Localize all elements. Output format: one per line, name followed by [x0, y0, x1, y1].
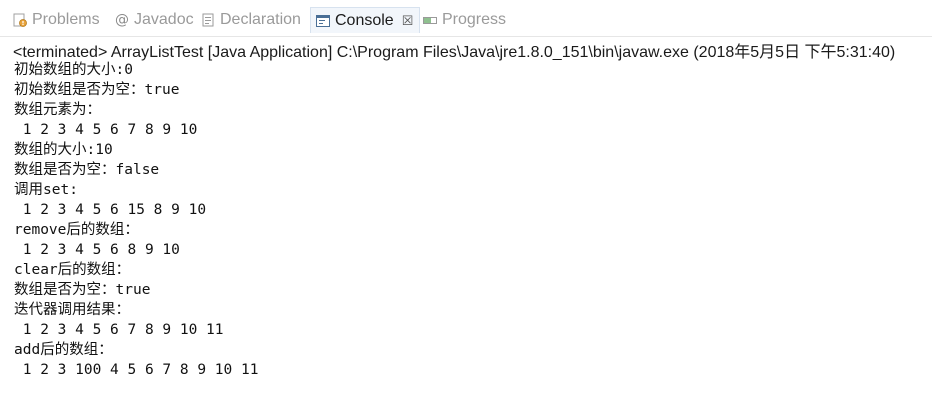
console-line: 1 2 3 4 5 6 7 8 9 10 11: [14, 322, 224, 338]
declaration-icon: [200, 12, 216, 28]
tab-label: Console: [335, 11, 394, 29]
console-line: 数组元素为：: [14, 102, 101, 118]
tab-label: Problems: [32, 11, 100, 28]
tab-progress[interactable]: Progress: [422, 8, 506, 32]
view-tab-bar: Problems @ Javadoc Declaration Console ☒…: [0, 0, 932, 37]
console-line: add后的数组：: [14, 342, 113, 358]
console-line: 数组的大小:10: [14, 142, 113, 158]
javadoc-icon: @: [115, 12, 129, 28]
problems-icon: [12, 12, 28, 28]
console-line: 迭代器调用结果：: [14, 302, 130, 318]
tab-javadoc[interactable]: @ Javadoc: [114, 8, 194, 32]
progress-icon: [422, 12, 438, 28]
tab-label: Javadoc: [134, 11, 194, 28]
console-line: 1 2 3 4 5 6 8 9 10: [14, 242, 180, 258]
tab-console[interactable]: Console ☒: [310, 7, 421, 33]
console-icon: [315, 13, 331, 29]
console-line: 调用set:: [14, 182, 78, 198]
console-line: 数组是否为空：true: [14, 282, 151, 298]
close-icon[interactable]: ☒: [402, 13, 414, 29]
console-line: remove后的数组：: [14, 222, 139, 238]
console-output: 初始数组的大小:0 初始数组是否为空：true 数组元素为： 1 2 3 4 5…: [14, 60, 914, 380]
tab-label: Declaration: [220, 11, 301, 28]
console-status: <terminated> ArrayListTest [Java Applica…: [13, 44, 896, 61]
console-line: 数组是否为空：false: [14, 162, 160, 178]
console-line: clear后的数组：: [14, 262, 131, 278]
tab-label: Progress: [442, 11, 507, 28]
tab-problems[interactable]: Problems: [12, 8, 100, 32]
console-line: 1 2 3 4 5 6 15 8 9 10: [14, 202, 207, 218]
console-line: 初始数组的大小:0: [14, 62, 133, 78]
console-line: 1 2 3 100 4 5 6 7 8 9 10 11: [14, 362, 259, 378]
console-line: 初始数组是否为空：true: [14, 82, 180, 98]
console-line: 1 2 3 4 5 6 7 8 9 10: [14, 122, 198, 138]
tab-declaration[interactable]: Declaration: [200, 8, 301, 32]
